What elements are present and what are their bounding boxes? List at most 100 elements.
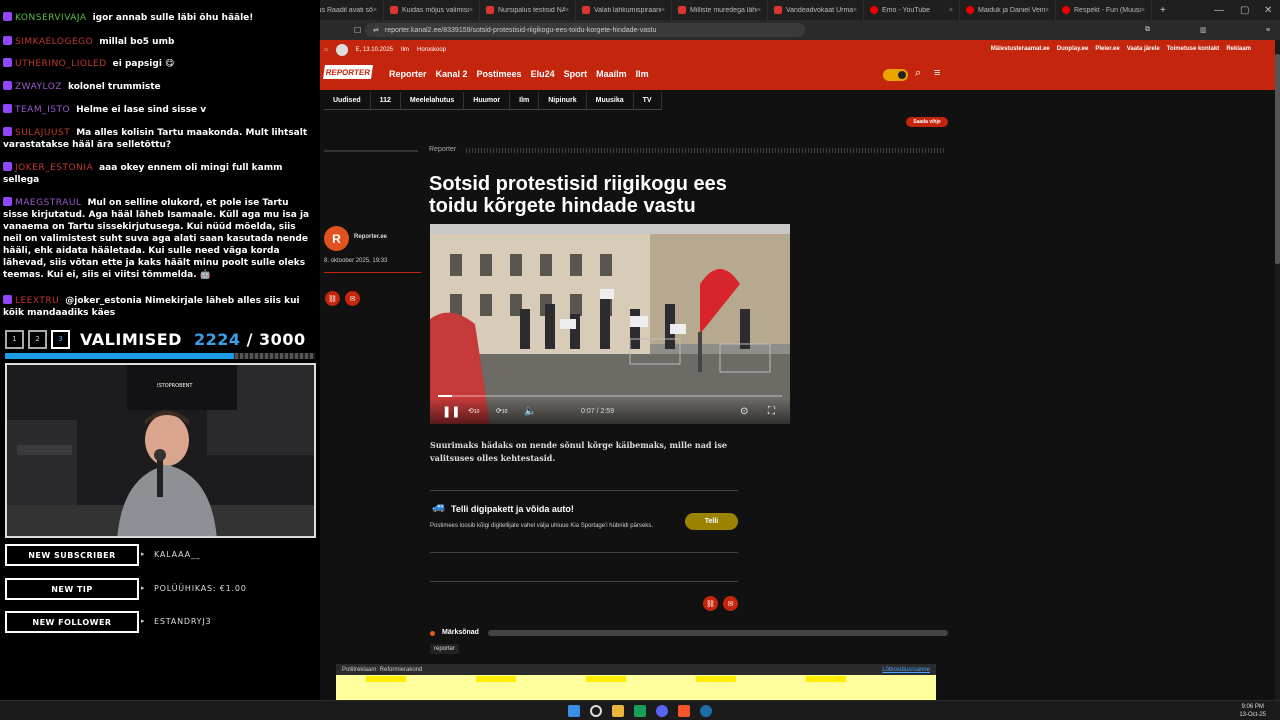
browser-tab[interactable]: Vandeadvokaat Urmas Sim...× <box>768 0 864 20</box>
app-icon[interactable] <box>634 705 646 717</box>
reporter-logo[interactable]: REPORTER <box>323 65 373 79</box>
webcam-sign-text: ISTOPROBENT <box>157 383 193 389</box>
tab-favicon-icon <box>774 6 782 14</box>
new-tab-button[interactable]: + <box>1160 5 1166 16</box>
browser-tab[interactable]: Emo - YouTube × <box>864 0 960 20</box>
sub-nav-item[interactable]: Meelelahutus <box>400 92 465 110</box>
header-partner-link[interactable]: Pleier.ee <box>1095 46 1119 52</box>
header-partner-link[interactable]: Toimetuse kontakt <box>1167 46 1220 52</box>
system-clock[interactable]: 9:06 PM 13-Oct-25 <box>1239 703 1266 719</box>
brave-icon[interactable] <box>678 705 690 717</box>
file-explorer-icon[interactable] <box>612 705 624 717</box>
main-nav-item[interactable]: Sport <box>564 69 588 79</box>
video-progress[interactable] <box>438 395 782 397</box>
header-partner-link[interactable]: Duoplay.ee <box>1057 46 1089 52</box>
steam-icon[interactable] <box>700 705 712 717</box>
pause-icon[interactable]: ❚❚ <box>442 405 460 418</box>
sub-nav-item[interactable]: Muusika <box>586 92 634 110</box>
sub-nav-item[interactable]: TV <box>633 92 662 110</box>
subscribe-button[interactable]: Telli <box>685 513 738 530</box>
sub-nav-item[interactable]: Huumor <box>464 92 511 110</box>
header-link-horoscope[interactable]: Horoskoop <box>417 47 446 53</box>
menu-icon[interactable]: ≡ <box>1266 27 1270 34</box>
close-window-button[interactable]: ✕ <box>1264 0 1272 20</box>
forward-10-icon[interactable]: ⟳10 <box>496 407 507 415</box>
main-nav-item[interactable]: Reporter <box>389 69 427 79</box>
video-frame <box>430 224 790 424</box>
tab-close-icon[interactable]: × <box>1045 7 1049 14</box>
send-tip-button[interactable]: Saada vihje <box>906 117 948 127</box>
chat-text: igor annab sulle läbi õhu hääle! <box>92 13 254 23</box>
main-nav-item[interactable]: Postimees <box>477 69 522 79</box>
sub-nav-item[interactable]: 112 <box>370 92 401 110</box>
ad-stripe <box>806 676 846 682</box>
site-info-icon[interactable]: ⇌ <box>373 26 379 34</box>
author-name[interactable]: Reporter.ee <box>354 234 387 240</box>
tab-close-icon[interactable]: × <box>1141 7 1145 14</box>
browser-tab[interactable]: Maiduk ja Daniel Veinberg...× <box>960 0 1056 20</box>
copy-link-icon[interactable]: ⛓ <box>325 291 340 306</box>
maximize-button[interactable]: ▢ <box>1240 0 1249 20</box>
tab-close-icon[interactable]: × <box>565 7 569 14</box>
browser-tab[interactable]: Nursipalus testisid NATO vä...× <box>480 0 576 20</box>
ad-stripe <box>476 676 516 682</box>
theme-toggle[interactable] <box>883 69 908 81</box>
extensions-icon[interactable]: ⧉ <box>1145 26 1150 34</box>
browser-tab[interactable]: Milliste muredega lähevad...× <box>672 0 768 20</box>
email-share-icon-bottom[interactable]: ✉ <box>723 596 738 611</box>
browser-tab[interactable]: Valati lahkumispiraarid ja kå...× <box>576 0 672 20</box>
chat-message: ZWAYLOZ kolonel trummiste <box>3 81 315 93</box>
header-link-weather[interactable]: Ilm <box>401 47 409 53</box>
discord-icon[interactable] <box>656 705 668 717</box>
tab-label: Nursipalus testisid NATO vä... <box>498 6 565 14</box>
tab-close-icon[interactable]: × <box>853 7 857 14</box>
volume-icon[interactable]: 🔈 <box>524 406 536 417</box>
home-icon[interactable]: ⌂ <box>324 47 328 53</box>
tab-close-icon[interactable]: × <box>757 7 761 14</box>
search-taskbar-icon[interactable] <box>590 705 602 717</box>
minimize-button[interactable]: — <box>1214 0 1224 20</box>
url-text: reporter.kanal2.ee/8339159/sotsid-protes… <box>384 26 657 34</box>
header-partner-link[interactable]: Reklaam <box>1226 46 1251 52</box>
advertisement[interactable]: Poliitreklaam: Reformierakond Lõbiosütus… <box>336 664 936 700</box>
search-icon[interactable]: ⌕ <box>915 67 921 80</box>
sub-nav-item[interactable]: Uudised <box>324 92 371 110</box>
bookmark-icon[interactable]: ☐ <box>354 26 361 35</box>
ad-link[interactable]: Lõbiosütusroanne <box>882 667 930 673</box>
event-label: NEW TIP <box>5 578 139 600</box>
video-player[interactable]: ❚❚ ⟲10 ⟳10 🔈 0:07 / 2:59 ⊙ ⛶ <box>430 224 790 424</box>
video-controls: ❚❚ ⟲10 ⟳10 🔈 0:07 / 2:59 ⊙ ⛶ <box>430 398 790 424</box>
start-icon[interactable] <box>568 705 580 717</box>
main-nav-item[interactable]: Elu24 <box>531 69 555 79</box>
url-field[interactable]: ⇌ reporter.kanal2.ee/8339159/sotsid-prot… <box>365 23 805 37</box>
sub-nav-item[interactable]: Nipinurk <box>539 92 587 110</box>
copy-link-icon-bottom[interactable]: ⛓ <box>703 596 718 611</box>
sidebar-icon[interactable]: ▥ <box>1200 26 1207 34</box>
tab-close-icon[interactable]: × <box>949 7 953 14</box>
menu-icon[interactable]: ≡ <box>934 67 940 79</box>
tab-close-icon[interactable]: × <box>661 7 665 14</box>
main-nav-item[interactable]: Ilm <box>636 69 649 79</box>
rewind-10-icon[interactable]: ⟲10 <box>468 407 479 415</box>
main-nav-item[interactable]: Maailm <box>596 69 627 79</box>
main-nav-item[interactable]: Kanal 2 <box>436 69 468 79</box>
chat-message: SIMKAELOGEGO millal bo5 umb <box>3 36 315 48</box>
tag-chip[interactable]: reporter <box>430 644 460 654</box>
promo-divider-bottom <box>430 552 738 553</box>
picture-in-picture-icon[interactable]: ⊙ <box>740 406 748 417</box>
fullscreen-icon[interactable]: ⛶ <box>768 406 775 417</box>
browser-tab[interactable]: Kuidas mõjus valimisdebati...× <box>384 0 480 20</box>
browser-tab[interactable]: Respekt - Fun (Muusika ku...× <box>1056 0 1152 20</box>
scrollbar-thumb[interactable] <box>1275 54 1280 264</box>
step-indicator: 1 <box>5 329 24 349</box>
event-arrow-icon: ▸ <box>141 617 145 625</box>
header-partner-link[interactable]: Mälestusteraamat.ee <box>991 46 1050 52</box>
sub-nav-item[interactable]: Ilm <box>510 92 540 110</box>
page-scrollbar[interactable] <box>1275 40 1280 700</box>
email-share-icon[interactable]: ✉ <box>345 291 360 306</box>
header-partner-link[interactable]: Vaata järele <box>1127 46 1160 52</box>
section-label[interactable]: Reporter <box>429 146 456 153</box>
tab-close-icon[interactable]: × <box>469 7 473 14</box>
tab-close-icon[interactable]: × <box>373 7 377 14</box>
chat-username: JOKER_ESTONIA <box>15 163 94 173</box>
